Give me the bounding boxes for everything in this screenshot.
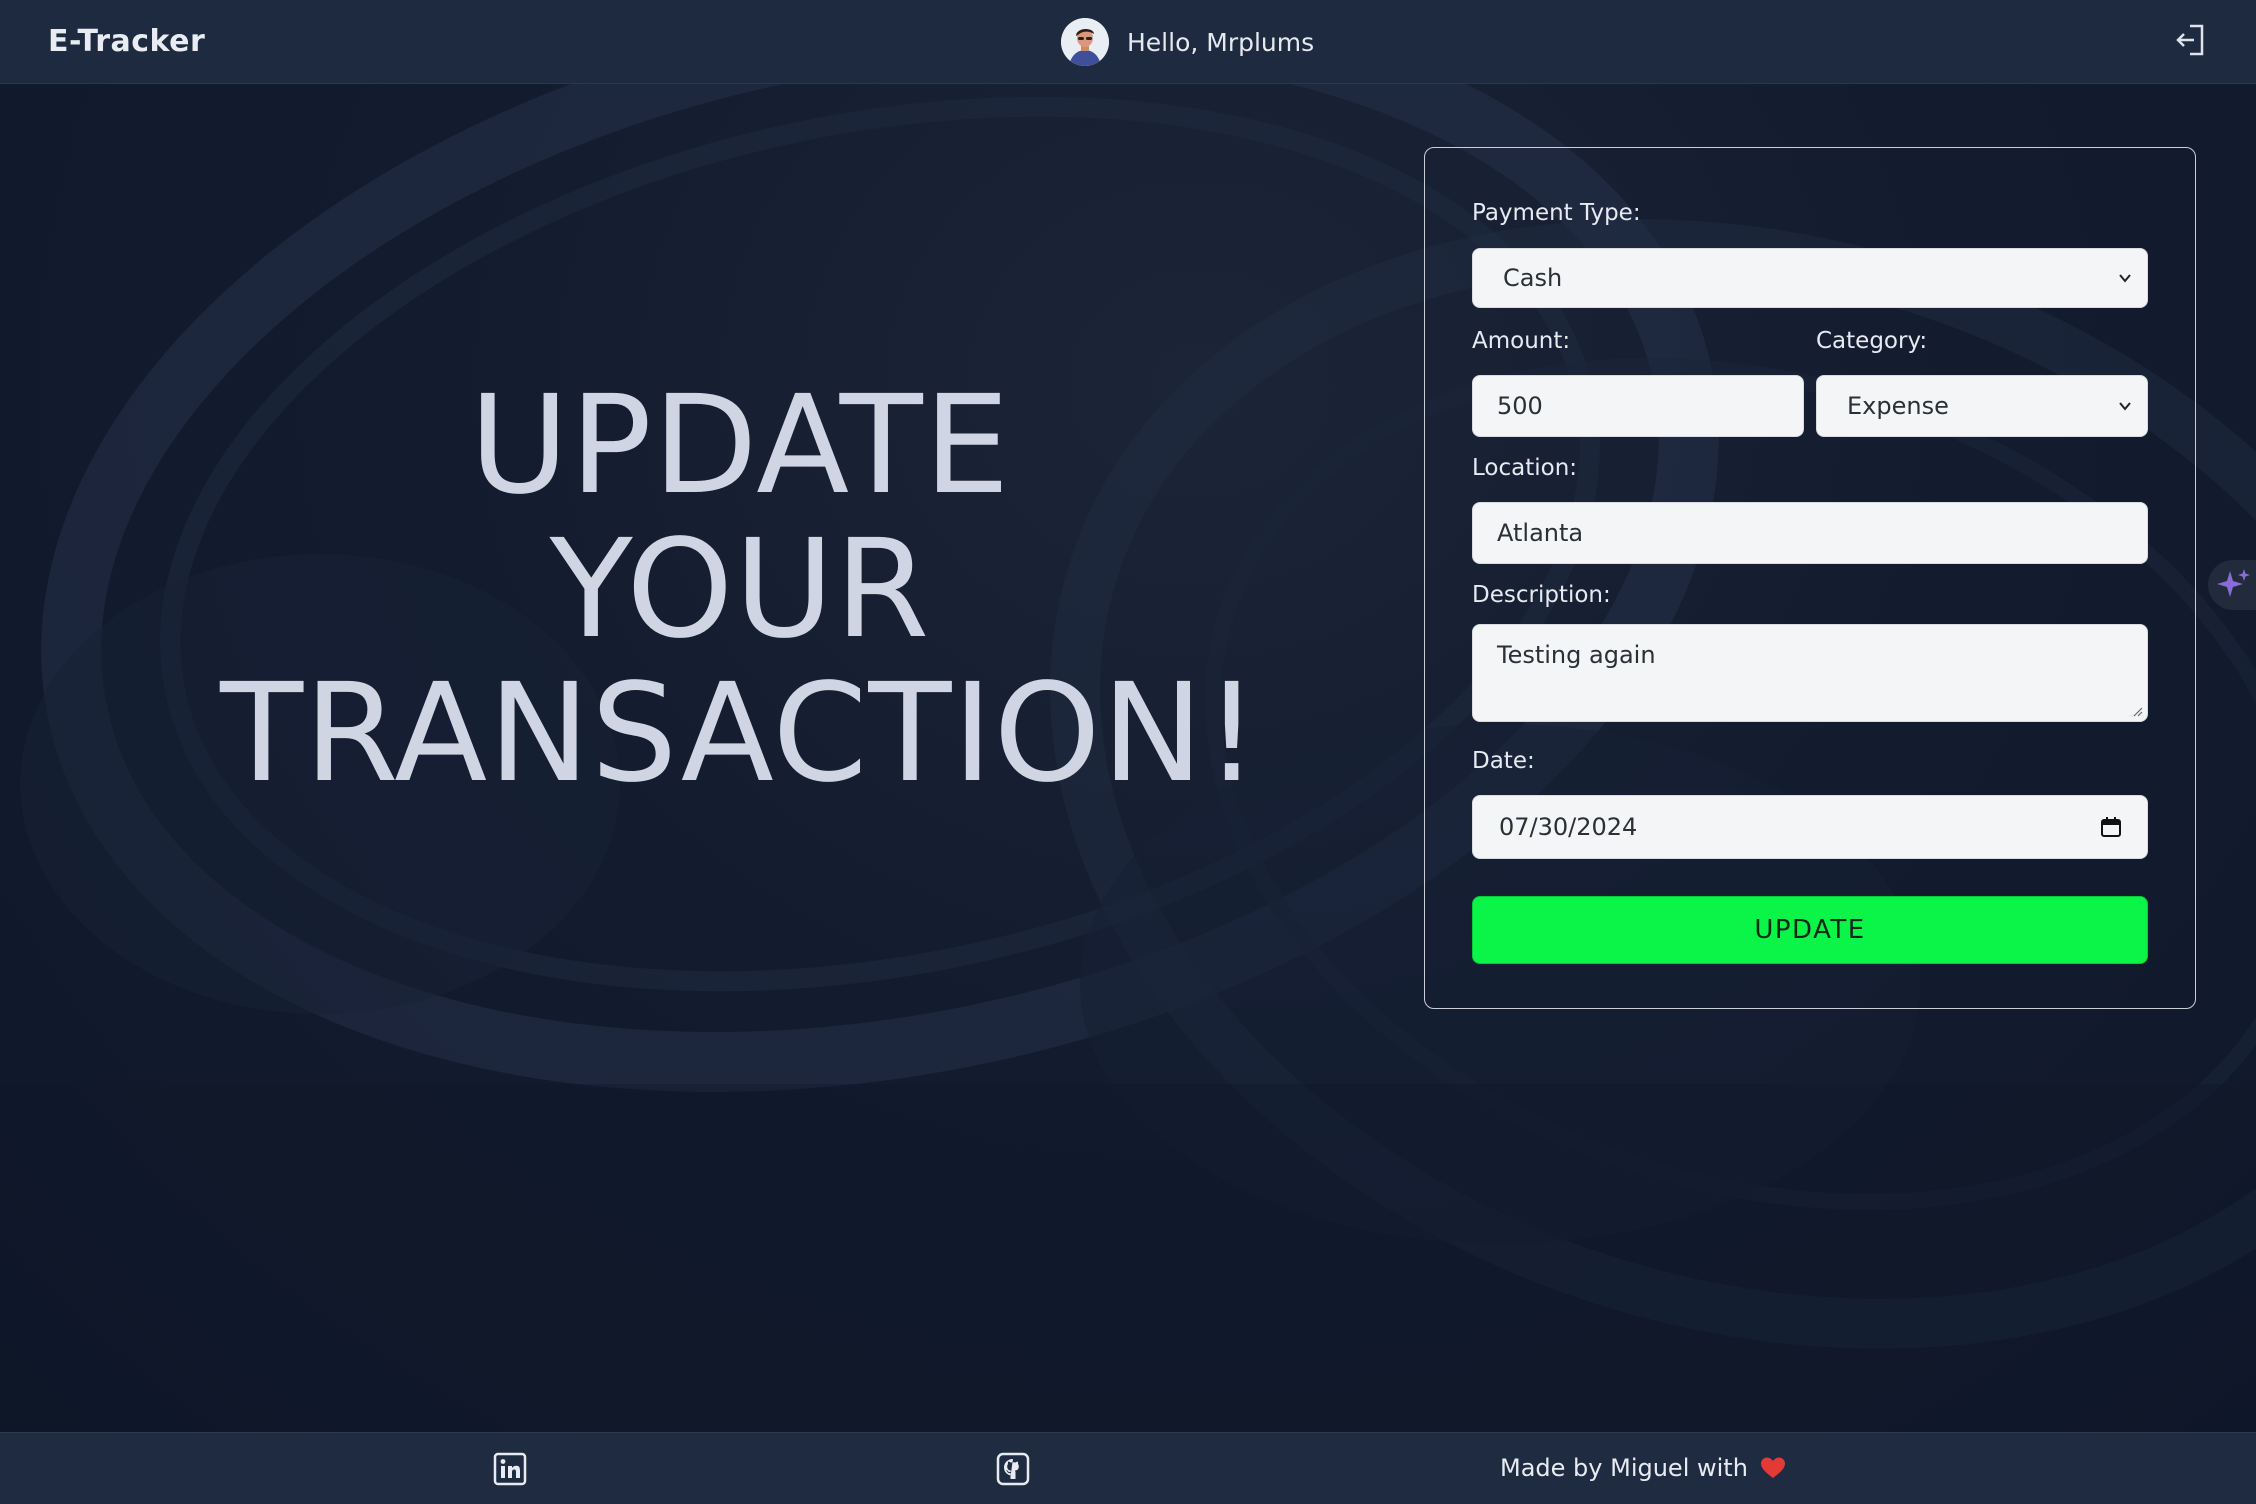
category-select[interactable]: Expense: [1816, 375, 2148, 437]
chevron-down-icon: [2119, 274, 2131, 283]
greeting-text: Hello, Mrplums: [1127, 27, 1315, 57]
category-label: Category:: [1816, 328, 1928, 354]
page-headline: UPDATE YOUR TRANSACTION!: [140, 374, 1340, 806]
description-value: Testing again: [1497, 641, 1656, 669]
brand-logo[interactable]: E-Tracker: [48, 24, 205, 59]
heart-icon: [1760, 1457, 1785, 1478]
resize-handle-icon[interactable]: [2131, 705, 2143, 717]
update-button[interactable]: UPDATE: [1472, 896, 2148, 964]
date-input[interactable]: 07/30/2024: [1472, 795, 2148, 859]
headline-line-1: UPDATE: [469, 367, 1011, 525]
main-content: UPDATE YOUR TRANSACTION! Payment Type: C…: [0, 84, 2256, 1432]
top-navbar: E-Tracker Hello, Mrplums: [0, 0, 2256, 84]
payment-type-label: Payment Type:: [1472, 200, 1641, 226]
payment-type-select[interactable]: Cash: [1472, 248, 2148, 308]
headline-line-3: TRANSACTION!: [220, 655, 1260, 813]
amount-value: 500: [1497, 392, 1543, 420]
location-input[interactable]: Atlanta: [1472, 502, 2148, 564]
location-label: Location:: [1472, 455, 1578, 481]
linkedin-icon[interactable]: [493, 1452, 527, 1486]
footer: Made by Miguel with: [0, 1432, 2256, 1504]
ai-assistant-tab[interactable]: [2208, 560, 2256, 610]
sparkle-icon: [2217, 569, 2250, 597]
credit-text: Made by Miguel with: [1500, 1454, 1748, 1482]
user-greeting: Hello, Mrplums: [1061, 18, 1314, 66]
description-label: Description:: [1472, 582, 1611, 608]
logout-icon[interactable]: [2170, 20, 2210, 60]
amount-input[interactable]: 500: [1472, 375, 1804, 437]
payment-type-value: Cash: [1503, 264, 1563, 292]
chevron-down-icon: [2119, 402, 2131, 411]
date-label: Date:: [1472, 748, 1535, 774]
update-transaction-form: Payment Type: Cash Amount: 500 Category:…: [1424, 147, 2196, 1009]
category-value: Expense: [1847, 392, 1949, 420]
avatar[interactable]: [1061, 18, 1109, 66]
github-icon[interactable]: [996, 1452, 1030, 1486]
footer-credit: Made by Miguel with: [1500, 1454, 1786, 1482]
description-textarea[interactable]: Testing again: [1472, 624, 2148, 722]
calendar-icon[interactable]: [2099, 815, 2123, 839]
date-value: 07/30/2024: [1499, 813, 1638, 841]
amount-label: Amount:: [1472, 328, 1571, 354]
location-value: Atlanta: [1497, 519, 1584, 547]
headline-line-2: YOUR: [549, 511, 931, 669]
